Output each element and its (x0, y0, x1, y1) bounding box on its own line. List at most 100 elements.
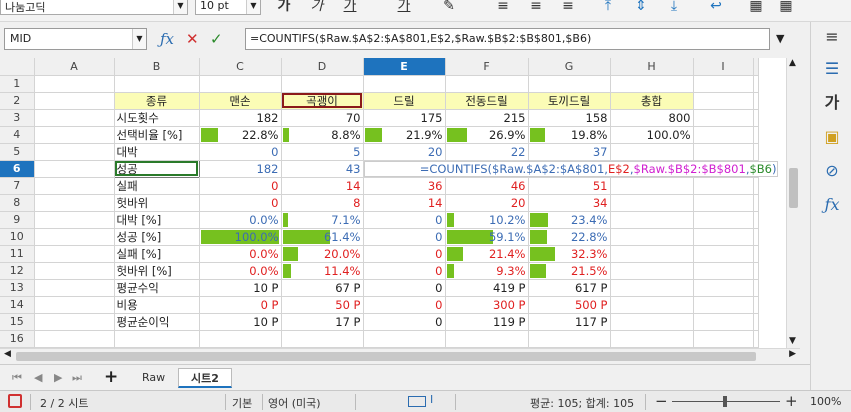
cell[interactable] (610, 228, 694, 246)
font-color-button[interactable]: 가 (392, 0, 416, 16)
column-title-cell[interactable]: 맨손 (198, 91, 282, 110)
cell[interactable]: 20 (444, 193, 529, 212)
align-top-button[interactable]: ⤒ (597, 0, 619, 16)
cell[interactable] (753, 194, 759, 212)
align-left-button[interactable]: ≡ (492, 0, 514, 16)
cell[interactable]: 67 P (280, 278, 364, 297)
cell[interactable] (693, 109, 754, 127)
cell[interactable] (610, 211, 694, 229)
row-label-cell[interactable]: 헛바위 (113, 193, 200, 212)
cell[interactable] (114, 330, 200, 348)
cell[interactable]: 0 (362, 227, 446, 246)
active-edit-cell[interactable]: =COUNTIFS($Raw.$A$2:$A$801,E$2,$Raw.$B$2… (362, 159, 778, 178)
cell[interactable]: 10.2% (444, 210, 529, 229)
align-middle-button[interactable]: ⇕ (630, 0, 652, 16)
scroll-thumb[interactable] (789, 168, 798, 208)
navigator-icon[interactable]: ⊘ (821, 160, 843, 182)
next-sheet-icon[interactable]: ▶ (54, 371, 62, 384)
row-header-1[interactable]: 1 (0, 75, 35, 93)
row-label-cell[interactable]: 시도횟수 (113, 108, 200, 127)
row-label-cell[interactable]: 대박 (113, 142, 200, 161)
function-wizard-icon[interactable]: ƒx (160, 29, 174, 49)
row-header-8[interactable]: 8 (0, 194, 35, 212)
cell[interactable]: 0 (198, 176, 282, 195)
row-label-cell[interactable]: 평균순이익 (113, 312, 200, 331)
cell[interactable] (34, 160, 115, 178)
selection-mode-icon[interactable] (408, 396, 426, 407)
font-name-combo[interactable]: 나눔고딕 ▼ (0, 0, 188, 15)
cell[interactable]: 17 P (280, 312, 364, 331)
cell[interactable] (753, 75, 759, 93)
merge-cells-button[interactable]: ▦ (745, 0, 767, 16)
row-header-6[interactable]: 6 (0, 160, 35, 178)
column-header-g[interactable]: G (528, 58, 611, 76)
row-header-15[interactable]: 15 (0, 313, 35, 331)
cell[interactable] (610, 313, 694, 331)
row-label-cell[interactable]: 성공 (113, 159, 200, 178)
properties-icon[interactable]: ☰ (821, 58, 843, 80)
cell[interactable]: 59.1% (444, 227, 529, 246)
scroll-thumb[interactable] (16, 352, 756, 361)
column-header-h[interactable]: H (610, 58, 694, 76)
cell[interactable] (281, 330, 364, 348)
underline-button[interactable]: 가 (338, 0, 362, 16)
column-header-f[interactable]: F (445, 58, 529, 76)
sheet-table[interactable]: A B C D E F G H I 1 2 종류 맨손 곡괭이 드릴 전동드릴 토끼드릴 총합 3 시도횟수 182 70… (0, 58, 778, 348)
cell[interactable] (34, 143, 115, 161)
cell[interactable]: 117 P (527, 312, 611, 331)
column-title-cell[interactable]: 총합 (609, 91, 694, 110)
cell[interactable] (610, 245, 694, 263)
cell[interactable] (610, 143, 694, 161)
cell[interactable] (34, 330, 115, 348)
last-sheet-icon[interactable]: ⏭ (72, 371, 82, 385)
tab-raw[interactable]: Raw (130, 368, 177, 388)
align-bottom-button[interactable]: ⤓ (663, 0, 685, 16)
cell[interactable] (610, 194, 694, 212)
wrap-text-button[interactable]: ↩ (705, 0, 727, 16)
column-header-a[interactable]: A (34, 58, 115, 76)
cell[interactable] (34, 177, 115, 195)
cell[interactable] (610, 279, 694, 297)
row-header-13[interactable]: 13 (0, 279, 35, 297)
cell[interactable] (693, 194, 754, 212)
cell[interactable] (34, 109, 115, 127)
cell[interactable]: 36 (362, 176, 446, 195)
align-center-button[interactable]: ≡ (525, 0, 547, 16)
cancel-icon[interactable]: ✕ (186, 29, 199, 49)
cell[interactable]: 10 P (198, 278, 282, 297)
styles-icon[interactable]: 가 (821, 92, 843, 114)
cell[interactable] (199, 330, 282, 348)
cell[interactable]: 500 P (527, 295, 611, 314)
row-header-16[interactable]: 16 (0, 330, 35, 348)
row-header-14[interactable]: 14 (0, 296, 35, 314)
row-label-cell[interactable]: 헛바위 [%] (113, 261, 200, 280)
corner-cell[interactable] (0, 58, 35, 76)
column-header-e[interactable]: E (363, 58, 446, 76)
chevron-down-icon[interactable]: ▼ (246, 0, 260, 14)
language[interactable]: 영어 (미국) (268, 395, 321, 411)
cell[interactable] (693, 177, 754, 195)
cell[interactable] (199, 75, 282, 93)
cell[interactable]: 22.8% (198, 125, 282, 144)
font-size-combo[interactable]: 10 pt ▼ (195, 0, 261, 15)
cell[interactable] (693, 211, 754, 229)
zoom-in-icon[interactable]: + (785, 392, 798, 410)
column-title-cell[interactable]: 종류 (113, 91, 200, 110)
column-title-cell[interactable]: 전동드릴 (444, 91, 529, 110)
row-header-3[interactable]: 3 (0, 109, 35, 127)
cell[interactable] (610, 177, 694, 195)
cell[interactable]: 21.5% (527, 261, 611, 280)
row-header-10[interactable]: 10 (0, 228, 35, 246)
cell[interactable]: 34 (527, 193, 611, 212)
selection-summary[interactable]: 평균: 105; 합계: 105 (530, 395, 634, 411)
prev-sheet-icon[interactable]: ◀ (34, 371, 42, 384)
cell[interactable] (34, 211, 115, 229)
zoom-out-icon[interactable]: − (655, 392, 668, 410)
cell[interactable]: 22 (444, 142, 529, 161)
cell[interactable]: 100.0% (198, 227, 282, 246)
accept-icon[interactable]: ✓ (210, 29, 223, 49)
row-label-cell[interactable]: 비용 (113, 295, 200, 314)
page-style[interactable]: 기본 (232, 395, 252, 411)
borders-button[interactable]: ▦ (775, 0, 797, 16)
row-label-cell[interactable]: 평균수익 (113, 278, 200, 297)
